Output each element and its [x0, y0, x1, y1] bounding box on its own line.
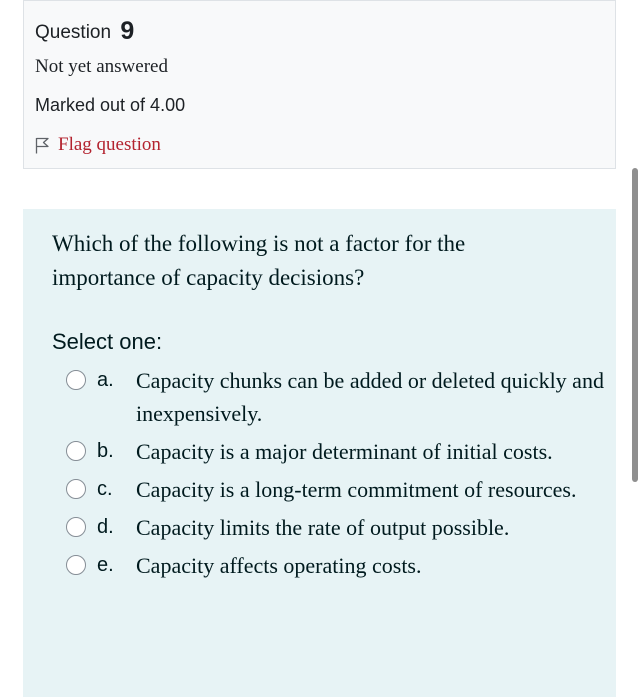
question-info-panel: Question 9 Not yet answered Marked out o…	[23, 0, 616, 169]
question-number: 9	[120, 17, 135, 45]
answer-state: Not yet answered	[35, 56, 168, 77]
answer-option-a[interactable]: a. Capacity chunks can be added or delet…	[66, 364, 606, 430]
option-letter: c.	[97, 478, 113, 500]
question-text: Which of the following is not a factor f…	[52, 231, 466, 290]
answer-option-c[interactable]: c. Capacity is a long-term commitment of…	[66, 473, 606, 506]
answer-option-d[interactable]: d. Capacity limits the rate of output po…	[66, 511, 606, 544]
answer-option-b[interactable]: b. Capacity is a major determinant of in…	[66, 435, 606, 468]
option-text: Capacity is a major determinant of initi…	[136, 439, 553, 464]
flag-question-label: Flag question	[58, 134, 161, 155]
question-number-heading: Question 9	[35, 15, 134, 48]
option-text: Capacity is a long-term commitment of re…	[136, 477, 577, 502]
option-letter: b.	[97, 440, 114, 462]
select-one-prompt: Select one:	[52, 329, 163, 354]
answer-options: a. Capacity chunks can be added or delet…	[66, 364, 606, 582]
flag-question-link[interactable]: Flag question	[35, 132, 161, 158]
option-text: Capacity affects operating costs.	[136, 553, 422, 578]
option-text: Capacity limits the rate of output possi…	[136, 515, 510, 540]
radio-unchecked-icon[interactable]	[66, 479, 86, 499]
radio-unchecked-icon[interactable]	[66, 555, 86, 575]
flag-icon	[35, 137, 49, 154]
option-letter: e.	[97, 554, 114, 576]
answer-option-e[interactable]: e. Capacity affects operating costs.	[66, 549, 606, 582]
question-content: Which of the following is not a factor f…	[23, 209, 616, 697]
option-text: Capacity chunks can be added or deleted …	[136, 368, 604, 426]
scrollbar-thumb[interactable]	[632, 168, 638, 482]
radio-unchecked-icon[interactable]	[66, 370, 86, 390]
option-letter: d.	[97, 516, 114, 538]
grade-info: Marked out of 4.00	[35, 95, 186, 115]
option-letter: a.	[97, 369, 114, 391]
radio-unchecked-icon[interactable]	[66, 441, 86, 461]
radio-unchecked-icon[interactable]	[66, 517, 86, 537]
question-label: Question	[35, 22, 112, 43]
